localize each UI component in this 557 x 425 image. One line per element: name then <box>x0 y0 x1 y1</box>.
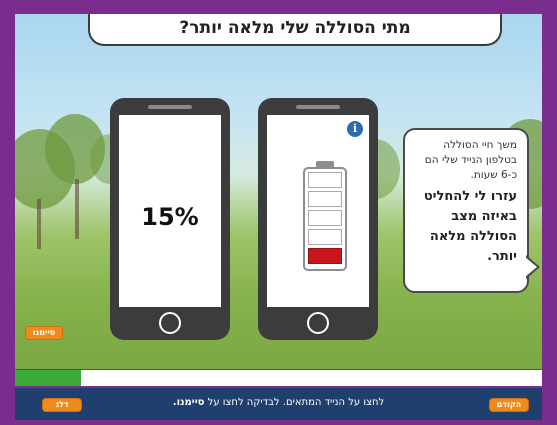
footer-instruction-prefix: לחצו על הנייד המתאים. לבדיקה לחצו על <box>204 397 385 408</box>
phone-percentage[interactable]: 15% <box>110 98 230 340</box>
footer-instruction: לחצו על הנייד המתאים. לבדיקה לחצו על סיי… <box>15 397 542 408</box>
battery-segment <box>308 191 342 207</box>
battery-percentage-text: 15% <box>141 203 199 231</box>
battery-segment <box>308 210 342 226</box>
bottom-toolbar: דלג לחצו על הנייד המתאים. לבדיקה לחצו על… <box>15 388 542 420</box>
battery-segment <box>308 229 342 245</box>
info-icon[interactable]: i <box>347 121 363 137</box>
phone-screen: 15% <box>119 115 221 307</box>
home-button-icon <box>159 312 181 334</box>
phone-screen: i <box>267 115 369 307</box>
battery-segment <box>308 248 342 264</box>
progress-bar-fill <box>15 370 81 386</box>
phone-speaker <box>296 105 340 109</box>
bubble-task-text: עזרו לי להחליט באיזה מצב הסוללה מלאה יות… <box>423 189 517 264</box>
scene-background: מתי הסוללה שלי מלאה יותר? 15% i משך חיי … <box>15 14 542 369</box>
previous-button[interactable]: הקודם <box>489 398 529 412</box>
page-title: מתי הסוללה שלי מלאה יותר? <box>88 14 502 46</box>
home-button-icon <box>307 312 329 334</box>
finish-button[interactable]: סיימנו <box>25 326 63 340</box>
phone-battery[interactable]: i <box>258 98 378 340</box>
progress-bar <box>15 370 542 386</box>
battery-segment <box>308 172 342 188</box>
bubble-info-text: משך חיי הסוללה בטלפון הנייד שלי הם כ-6 ש… <box>424 139 517 181</box>
footer-instruction-bold: סיימנו. <box>172 397 205 408</box>
phone-speaker <box>148 105 192 109</box>
battery-icon <box>303 161 347 271</box>
speech-bubble: משך חיי הסוללה בטלפון הנייד שלי הם כ-6 ש… <box>403 128 540 293</box>
